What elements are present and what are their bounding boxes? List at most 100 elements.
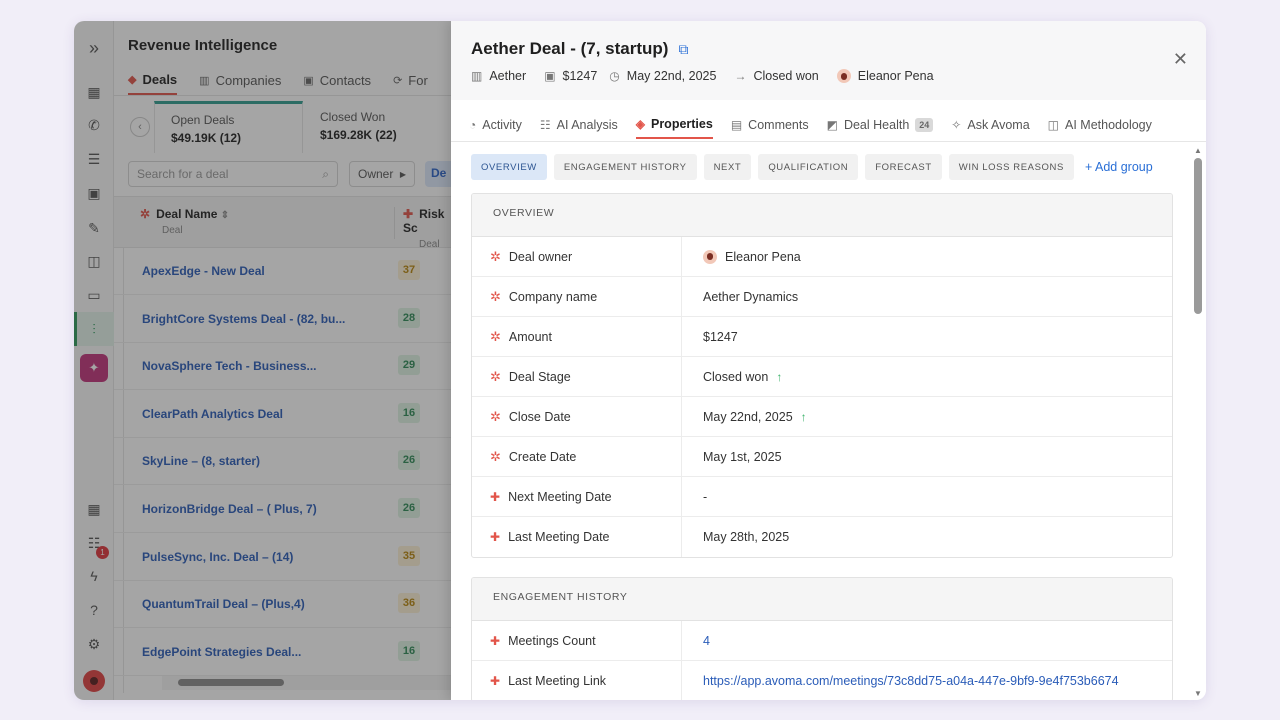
tab-label: Properties (650, 117, 713, 131)
owner-avatar (836, 69, 851, 83)
close-icon[interactable]: ✕ (1173, 49, 1188, 70)
avoma-icon: ✚ (490, 633, 501, 648)
label-text: Deal owner (508, 249, 573, 264)
group-heading: ENGAGEMENT HISTORY (472, 578, 1172, 621)
property-value[interactable]: Eleanor Pena (682, 249, 801, 264)
health-icon: ◩ (826, 118, 838, 132)
value-text: Closed won (703, 369, 769, 384)
meta-date: ◷ May 22nd, 2025 (609, 69, 716, 83)
scrollbar-thumb[interactable] (1194, 158, 1202, 314)
avoma-icon: ✚ (490, 489, 501, 504)
property-label: ✲ Deal owner (472, 237, 682, 276)
engagement-history-group: ENGAGEMENT HISTORY ✚ Meetings Count 4 ✚ La… (471, 577, 1173, 700)
tab-deal-health[interactable]: ◩ Deal Health 24 (827, 117, 934, 139)
vertical-scrollbar[interactable]: ▲ ▼ (1194, 146, 1202, 698)
deal-meta: ▥ Aether ▣ $1247 ◷ May 22nd, 2025 → Closed w… (471, 69, 934, 83)
tab-label: AI Methodology (1065, 118, 1152, 132)
scroll-down-icon[interactable]: ▼ (1194, 689, 1202, 698)
tab-comments[interactable]: ▤ Comments (731, 117, 809, 139)
property-label: ✲ Company name (472, 277, 682, 316)
add-group-button[interactable]: + Add group (1085, 160, 1153, 174)
comment-icon: ▤ (730, 118, 743, 132)
property-value[interactable]: May 1st, 2025 (682, 450, 782, 464)
tab-activity[interactable]: ◔ Activity (469, 117, 522, 139)
meta-owner: Eleanor Pena (836, 69, 934, 83)
property-label: ✚ Last Meeting Link (472, 661, 682, 700)
deal-detail-drawer: Aether Deal - (7, startup) ⧉ ✕ ▥ Aether ▣… (451, 21, 1206, 700)
property-row: ✲ Close Date May 22nd, 2025 ↑ (472, 397, 1172, 437)
external-link-icon[interactable]: ⧉ (678, 41, 688, 58)
overview-group: OVERVIEW ✲ Deal owner Eleanor Pena ✲ Compa… (471, 193, 1173, 558)
property-label: ✚ Meetings Count (472, 621, 682, 660)
meta-company: ▥ Aether (471, 69, 526, 83)
value-text: Eleanor Pena (725, 249, 801, 264)
tab-label: Deal Health (843, 118, 910, 132)
meta-stage: → Closed won (734, 69, 818, 83)
hubspot-icon: ✲ (490, 408, 501, 424)
meta-value: Closed won (753, 69, 819, 83)
label-text: Company name (508, 289, 598, 304)
property-row: ✲ Create Date May 1st, 2025 (472, 437, 1172, 477)
meta-amount: ▣ $1247 (544, 69, 597, 83)
building-icon: ▥ (471, 69, 483, 83)
tab-properties[interactable]: ◈ Properties (635, 117, 713, 139)
label-text: Create Date (508, 449, 577, 464)
property-label: ✲ Deal Stage (472, 357, 682, 396)
property-value[interactable]: $1247 (682, 330, 738, 344)
chip-forecast[interactable]: FORECAST (865, 154, 942, 180)
clock-icon: ◔ (469, 118, 477, 132)
meeting-link[interactable]: https://app.avoma.com/meetings/73c8dd75-… (682, 674, 1119, 688)
tab-label: Comments (748, 118, 809, 132)
count-badge: 24 (915, 118, 934, 132)
hubspot-icon: ✲ (490, 368, 501, 384)
chip-win-loss-reasons[interactable]: WIN LOSS REASONS (948, 154, 1074, 180)
scroll-up-icon[interactable]: ▲ (1194, 146, 1202, 155)
modal-backdrop[interactable] (74, 21, 451, 700)
drawer-title: Aether Deal - (7, startup) ⧉ (471, 39, 688, 59)
meta-value: Aether (489, 69, 527, 83)
label-text: Last Meeting Date (508, 530, 610, 544)
label-text: Last Meeting Link (508, 674, 607, 688)
property-value[interactable]: Closed won ↑ (682, 370, 782, 384)
property-row: ✚ Meetings Count 4 (472, 621, 1172, 661)
layers-icon: ◈ (635, 117, 645, 131)
deal-title: Aether Deal - (7, startup) (471, 39, 669, 58)
drawer-header: Aether Deal - (7, startup) ⧉ ✕ ▥ Aether ▣… (451, 21, 1206, 100)
property-value[interactable]: Aether Dynamics (682, 290, 798, 304)
property-label: ✲ Amount (472, 317, 682, 356)
property-row: ✲ Deal owner Eleanor Pena (472, 237, 1172, 277)
divider (451, 141, 1206, 142)
tab-ai-analysis[interactable]: ☷ AI Analysis (540, 117, 618, 139)
tab-ask-avoma[interactable]: ✧ Ask Avoma (951, 117, 1029, 139)
tab-ai-methodology[interactable]: ◫ AI Methodology (1048, 117, 1152, 139)
avoma-icon: ✚ (490, 674, 501, 688)
clock-icon: ◷ (609, 69, 620, 83)
owner-avatar (703, 249, 717, 264)
book-icon: ◫ (1047, 118, 1060, 132)
property-row: ✲ Amount $1247 (472, 317, 1172, 357)
arrow-up-icon: ↑ (800, 409, 807, 424)
chip-engagement-history[interactable]: ENGAGEMENT HISTORY (553, 154, 697, 180)
chip-next[interactable]: NEXT (703, 154, 752, 180)
chip-overview[interactable]: OVERVIEW (471, 154, 547, 180)
property-row: ✲ Company name Aether Dynamics (472, 277, 1172, 317)
hubspot-icon: ✲ (490, 288, 501, 304)
property-value[interactable]: 4 (682, 634, 710, 648)
property-label: ✚ Last Meeting Date (472, 517, 682, 557)
label-text: Next Meeting Date (508, 489, 612, 504)
property-value[interactable]: May 28th, 2025 (682, 530, 789, 544)
chat-spark-icon: ✧ (951, 118, 962, 132)
app-window: » ▦ ✆ ☰ ▣ ✎ ◫ ▭ ⫶ ✦ ▦ ☷ 1 ϟ ? ⚙ Revenue … (74, 21, 1206, 700)
label-text: Close Date (508, 409, 571, 424)
property-label: ✲ Create Date (472, 437, 682, 476)
property-label: ✲ Close Date (472, 397, 682, 436)
property-value[interactable]: - (682, 490, 707, 504)
label-text: Amount (508, 329, 552, 344)
property-row: ✲ Deal Stage Closed won ↑ (472, 357, 1172, 397)
hubspot-icon: ✲ (490, 448, 501, 464)
chip-qualification[interactable]: QUALIFICATION (758, 154, 859, 180)
property-row: ✚ Next Meeting Date - (472, 477, 1172, 517)
label-text: Meetings Count (508, 633, 596, 648)
tab-label: Ask Avoma (967, 118, 1030, 132)
property-value[interactable]: May 22nd, 2025 ↑ (682, 410, 807, 424)
